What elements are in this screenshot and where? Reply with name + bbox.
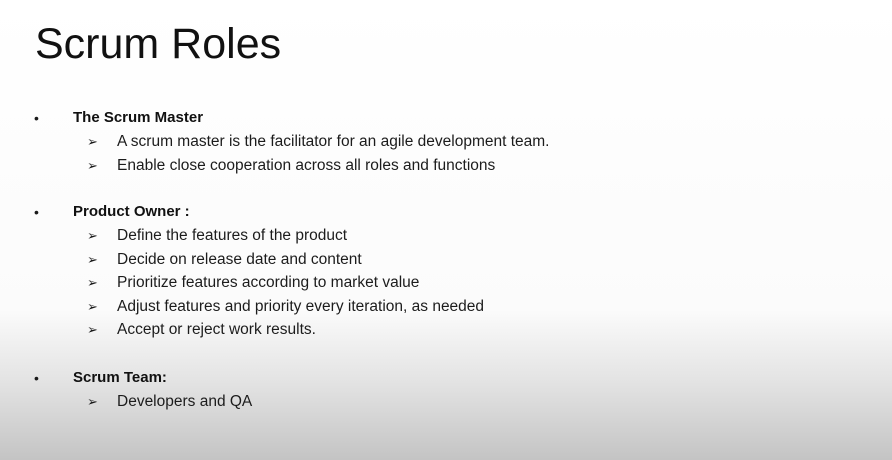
section-heading-row: • Scrum Team: <box>0 367 892 389</box>
list-item: ➢ A scrum master is the facilitator for … <box>0 130 892 154</box>
list-item: ➢ Decide on release date and content <box>0 248 892 272</box>
section-heading-row: • The Scrum Master <box>0 107 892 129</box>
list-item-text: Enable close cooperation across all role… <box>117 156 496 174</box>
slide: Scrum Roles • The Scrum Master ➢ A scrum… <box>0 0 892 460</box>
section-heading: The Scrum Master <box>73 109 204 126</box>
list-item-text: Define the features of the product <box>117 227 348 244</box>
bullet-icon: • <box>34 110 39 126</box>
list-item-text: Prioritize features according to market … <box>117 274 420 291</box>
section-heading: Product Owner : <box>73 203 190 220</box>
list-item-text: Decide on release date and content <box>117 250 362 268</box>
section-scrum-team: • Scrum Team: ➢ Developers and QA <box>0 367 892 414</box>
section-heading-row: • Product Owner : <box>0 201 892 223</box>
section-product-owner: • Product Owner : ➢ Define the features … <box>0 201 892 342</box>
arrow-bullet-icon: ➢ <box>87 275 98 290</box>
arrow-bullet-icon: ➢ <box>87 228 98 243</box>
arrow-bullet-icon: ➢ <box>87 134 98 149</box>
list-item: ➢ Define the features of the product <box>0 224 892 248</box>
list-item-text: A scrum master is the facilitator for an… <box>117 133 550 150</box>
section-heading: Scrum Team: <box>73 369 167 386</box>
list-item: ➢ Accept or reject work results. <box>0 318 892 342</box>
slide-title: Scrum Roles <box>35 20 282 68</box>
arrow-bullet-icon: ➢ <box>87 298 98 314</box>
sub-item-list: ➢ A scrum master is the facilitator for … <box>0 130 892 177</box>
list-item: ➢ Adjust features and priority every ite… <box>0 295 892 319</box>
list-item-text: Accept or reject work results. <box>117 321 316 338</box>
sub-item-list: ➢ Define the features of the product ➢ D… <box>0 224 892 342</box>
list-item: ➢ Developers and QA <box>0 390 892 414</box>
bullet-icon: • <box>34 204 39 220</box>
list-item-text: Adjust features and priority every itera… <box>117 297 485 315</box>
arrow-bullet-icon: ➢ <box>87 322 98 337</box>
arrow-bullet-icon: ➢ <box>87 157 98 173</box>
sub-item-list: ➢ Developers and QA <box>0 390 892 414</box>
list-item: ➢ Enable close cooperation across all ro… <box>0 154 892 178</box>
section-scrum-master: • The Scrum Master ➢ A scrum master is t… <box>0 107 892 177</box>
list-item: ➢ Prioritize features according to marke… <box>0 271 892 295</box>
arrow-bullet-icon: ➢ <box>87 251 98 267</box>
bullet-icon: • <box>34 370 39 386</box>
arrow-bullet-icon: ➢ <box>87 394 98 409</box>
list-item-text: Developers and QA <box>117 393 253 410</box>
